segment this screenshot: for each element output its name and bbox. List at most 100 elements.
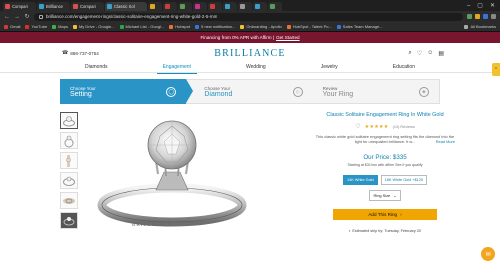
bookmark-icon [52, 24, 57, 29]
step-choose-diamond[interactable]: Choose Your Diamond ◇ [186, 79, 313, 104]
nav-wedding[interactable]: Wedding [246, 64, 266, 71]
browser-tab[interactable]: Classic Sol [105, 2, 147, 11]
product-description: This classic white gold solitaire engage… [315, 134, 455, 144]
browser-tab[interactable]: Brilliance [37, 2, 70, 11]
read-more-link[interactable]: Read More [436, 139, 455, 144]
browser-tab[interactable] [268, 2, 282, 11]
bookmark-item[interactable]: Sales Team Manage... [336, 24, 383, 29]
nav-education[interactable]: Education [393, 64, 415, 71]
thumbnail-image[interactable] [60, 112, 78, 129]
tab-favicon-icon [5, 4, 10, 9]
bookmark-item[interactable]: Gmail [4, 24, 20, 29]
maximize-icon[interactable]: ▢ [477, 3, 483, 9]
bookmark-icon [4, 24, 8, 29]
wishlist-heart-icon[interactable]: ♡ [355, 123, 360, 130]
bookmarks-bar: Gmail YouTube Maps My Drive - Google... Mich… [0, 22, 500, 32]
profile-icon[interactable] [491, 14, 496, 19]
bookmark-label: My Drive - Google... [78, 24, 115, 29]
phone-icon: ☎ [62, 50, 69, 56]
metal-option-18k[interactable]: 18K White Gold +$125 [380, 175, 427, 186]
tab-title: Classic Sol [114, 4, 135, 9]
thumbnail-image[interactable] [60, 172, 78, 189]
affirm-financing-text[interactable]: Starting at $31/mo with affirm See if yo… [347, 163, 422, 167]
add-this-ring-button[interactable]: Add This Ring › [333, 209, 437, 221]
nav-diamonds[interactable]: Diamonds [85, 64, 108, 71]
all-bookmarks[interactable]: All Bookmarks [464, 24, 496, 29]
step-review-ring[interactable]: Review Your Ring ◈ [312, 79, 440, 104]
site-header: ☎ 866-737-0754 BRILLIANCE ⌕ ♡ ☺ ▤ [0, 43, 500, 63]
metal-option-14k[interactable]: 14K White Gold [343, 175, 378, 186]
get-started-link[interactable]: Get Started [276, 35, 300, 40]
thumbnail-image[interactable] [60, 212, 78, 229]
bookmark-icon [195, 24, 200, 29]
main-product-image[interactable]: BRILLIANCE [84, 112, 259, 232]
browser-tab[interactable]: Compari [3, 2, 36, 11]
browser-tab[interactable] [178, 2, 192, 11]
tab-favicon-icon [39, 4, 44, 9]
bookmark-item[interactable]: HubSpot - Talent Po... [286, 24, 332, 29]
browser-tab[interactable] [163, 2, 177, 11]
minimize-icon[interactable]: – [467, 3, 470, 9]
bookmark-item[interactable]: 5 new notification... [195, 24, 235, 29]
bookmark-label: Gmail [10, 24, 21, 29]
step-main-label: Diamond [204, 90, 233, 98]
thumbnail-image[interactable] [60, 132, 78, 149]
side-widget-tab[interactable]: ⌃ [492, 63, 500, 76]
bookmark-icon [336, 24, 341, 29]
bookmark-item[interactable]: Michael List - Googl... [119, 24, 164, 29]
browser-toolbar: ← → ↻ brilliance.com/engagement-rings/cl… [0, 11, 500, 22]
window-controls: – ▢ ✕ [467, 3, 500, 9]
address-bar[interactable]: brilliance.com/engagement-rings/classic-… [34, 12, 463, 21]
site-info-icon[interactable] [39, 14, 43, 19]
thumbnail-image[interactable] [60, 152, 78, 169]
tab-favicon-icon [240, 4, 245, 9]
bookmark-label: 5 new notification... [201, 24, 236, 29]
extension-icon[interactable] [467, 14, 472, 19]
close-icon[interactable]: ✕ [490, 3, 495, 9]
chevron-right-icon: › [400, 212, 402, 218]
brilliance-logo[interactable]: BRILLIANCE [214, 48, 285, 59]
extension-icon[interactable] [483, 14, 488, 19]
bookmark-item[interactable]: Onboarding - Apollo [240, 24, 282, 29]
browser-tab[interactable]: Compari [71, 2, 104, 11]
browser-tab[interactable] [208, 2, 222, 11]
browser-tab[interactable] [193, 2, 207, 11]
back-icon[interactable]: ← [4, 14, 10, 20]
product-title: Classic Solitaire Engagement Ring In Whi… [326, 112, 444, 118]
tab-title: Brilliance [46, 4, 63, 9]
bookmark-item[interactable]: YouTube [25, 24, 47, 29]
ring-size-label: Ring Size [373, 193, 391, 199]
thumbnail-image[interactable] [60, 192, 78, 209]
bookmark-label: Maps [58, 24, 68, 29]
ring-size-select[interactable]: Ring Size ⌄ [368, 190, 402, 202]
search-icon[interactable]: ⌕ [408, 50, 411, 57]
url-text: brilliance.com/engagement-rings/classic-… [46, 14, 218, 19]
bookmark-label: Hubspot [175, 24, 191, 29]
chevron-up-icon: ⌃ [493, 66, 499, 73]
financing-text: Financing from 0% APR with Affirm | [200, 35, 275, 40]
tab-favicon-icon [165, 4, 170, 9]
extension-icon[interactable] [475, 14, 480, 19]
step-choose-setting[interactable]: Choose Your Setting ◯ [60, 79, 194, 104]
browser-tab[interactable] [148, 2, 162, 11]
reload-icon[interactable]: ↻ [24, 13, 30, 20]
browser-tab[interactable] [253, 2, 267, 11]
heart-icon[interactable]: ♡ [417, 50, 422, 57]
bookmark-item[interactable]: Maps [52, 24, 68, 29]
browser-tab[interactable] [223, 2, 237, 11]
cart-icon[interactable]: ▤ [438, 50, 444, 57]
tab-favicon-icon [73, 4, 78, 9]
nav-jewelry[interactable]: Jewelry [321, 64, 338, 71]
chevron-down-icon: ⌄ [393, 193, 397, 199]
reviews-link[interactable]: (13) Reviews [393, 125, 415, 129]
chat-button[interactable]: ✉ [481, 247, 495, 261]
bookmark-item[interactable]: My Drive - Google... [72, 24, 115, 29]
account-icon[interactable]: ☺ [427, 50, 433, 57]
phone-contact[interactable]: ☎ 866-737-0754 [62, 50, 99, 56]
browser-tab[interactable] [238, 2, 252, 11]
bookmark-item[interactable]: Hubspot [169, 24, 190, 29]
estimated-ship: ▪ Estimated ship by: Tuesday, February 2… [349, 229, 421, 233]
star-rating: ★★★★★ [364, 123, 389, 130]
forward-icon[interactable]: → [14, 14, 20, 20]
nav-engagement[interactable]: Engagement [156, 64, 198, 74]
